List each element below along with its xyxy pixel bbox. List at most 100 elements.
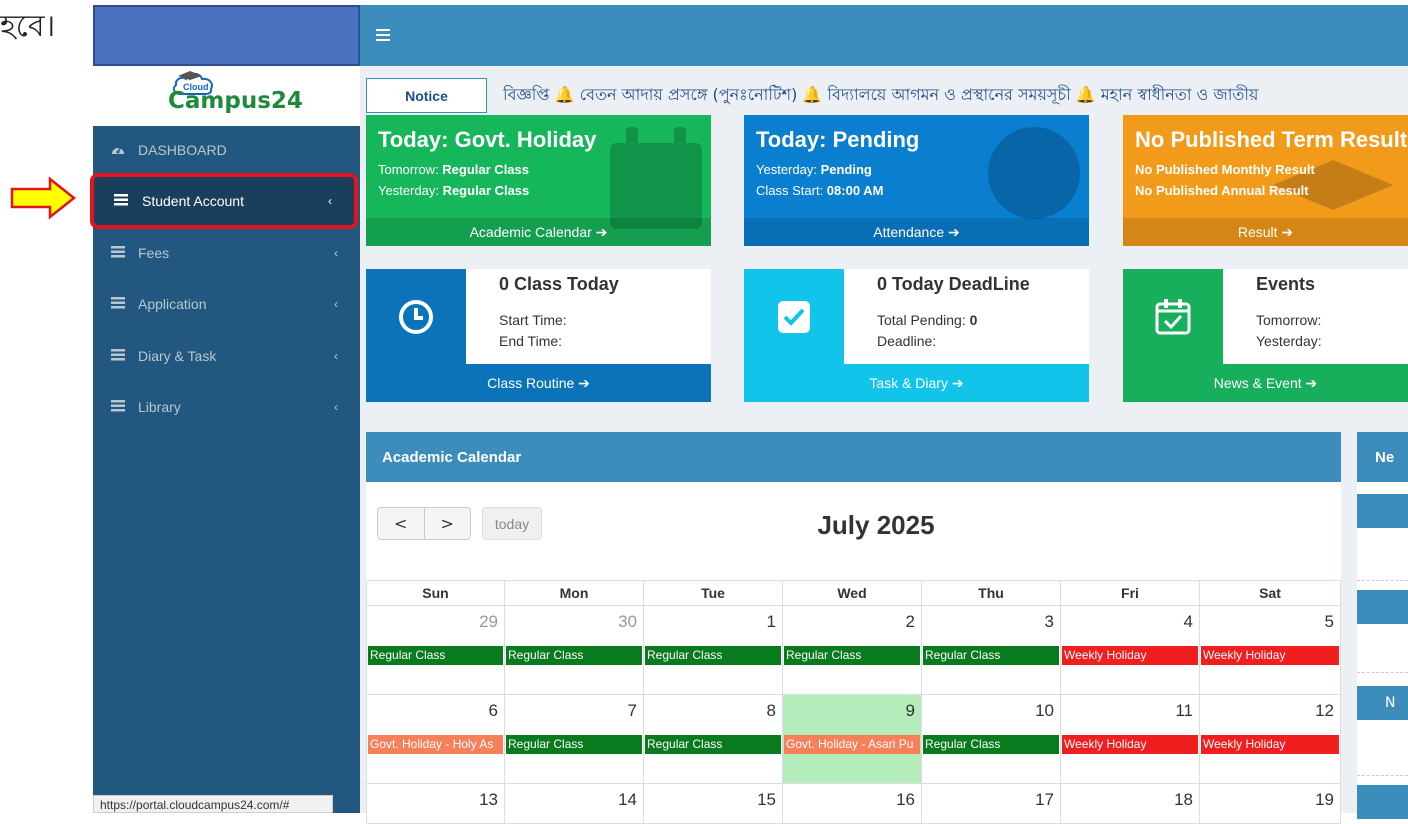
day-number: 17 [1035,790,1054,809]
logo-header-block [93,5,360,66]
sidebar-item-label: DASHBOARD [138,142,227,158]
calendar-day-cell[interactable]: 19 [1200,784,1341,824]
calendar-day-cell[interactable]: 8 Regular Class [644,695,783,784]
result-link[interactable]: Result ➔ [1123,218,1408,246]
info-line: Tomorrow: [1256,312,1322,328]
calendar-event[interactable]: Regular Class [506,735,642,754]
stat-line: No Published Monthly Result [1135,162,1315,177]
day-number: 1 [766,612,776,631]
info-icon-panel [366,269,466,364]
day-of-week-header: Sat [1200,580,1341,606]
info-icon-panel [1123,269,1223,364]
academic-calendar-link[interactable]: Academic Calendar ➔ [366,218,711,246]
info-line: Total Pending: 0 [877,312,978,328]
calendar-day-cell[interactable]: 16 [783,784,922,824]
calendar-event[interactable]: Regular Class [645,735,781,754]
info-box-events: Events Tomorrow: Yesterday: News & Event… [1123,269,1408,402]
right-panel-item[interactable] [1357,494,1408,528]
calendar-day-cell[interactable]: 18 [1061,784,1200,824]
calendar-event[interactable]: Govt. Holiday - Holy As [368,735,503,754]
right-panel-item[interactable]: N [1357,686,1408,720]
next-month-button[interactable]: > [425,508,471,539]
calendar-day-cell[interactable]: 1 Regular Class [644,606,783,695]
calendar-day-cell[interactable]: 17 [922,784,1061,824]
task-diary-link[interactable]: Task & Diary ➔ [744,364,1089,402]
day-of-week-header: Mon [505,580,644,606]
dashboard-icon [111,142,125,158]
stat-title: Today: Govt. Holiday [378,127,597,152]
bars-icon [376,29,390,41]
sidebar-item-library[interactable]: Library ‹ [93,381,360,433]
today-button[interactable]: today [482,507,542,540]
calendar-day-cell[interactable]: 6 Govt. Holiday - Holy As [366,695,505,784]
sidebar-item-label: Fees [138,245,170,261]
notice-button[interactable]: Notice [366,78,487,113]
sidebar-item-diary-task[interactable]: Diary & Task ‹ [93,330,360,382]
day-of-week-header: Wed [783,580,922,606]
calendar-event[interactable]: Regular Class [506,646,642,665]
sidebar-item-application[interactable]: Application ‹ [93,278,360,330]
calendar-check-icon [1155,298,1191,334]
day-number: 15 [757,790,776,809]
right-panel-item[interactable] [1357,785,1408,819]
calendar-day-cell[interactable]: 14 [505,784,644,824]
calendar-day-cell[interactable]: 12 Weekly Holiday [1200,695,1341,784]
day-of-week-header: Thu [922,580,1061,606]
calendar-day-cell[interactable]: 11 Weekly Holiday [1061,695,1200,784]
prev-month-button[interactable]: < [378,508,425,539]
calendar-event[interactable]: Regular Class [784,646,920,665]
calendar-event[interactable]: Regular Class [923,735,1059,754]
sidebar-item-student-account[interactable]: Student Account ‹ [90,173,358,229]
calendar-day-cell[interactable]: 3 Regular Class [922,606,1061,695]
stat-line: Yesterday: Pending [756,162,872,177]
stat-line: No Published Annual Result [1135,183,1309,198]
calendar-event[interactable]: Regular Class [645,646,781,665]
calendar-day-cell[interactable]: 2 Regular Class [783,606,922,695]
arrow-right-icon [10,176,77,220]
day-of-week-header: Sun [366,580,505,606]
stat-box-holiday: Today: Govt. Holiday Tomorrow: Regular C… [366,115,711,246]
calendar-day-cell[interactable]: 9 Govt. Holiday - Asari Pu [783,695,922,784]
notice-ticker[interactable]: বিজ্ঞপ্তি 🔔 বেতন আদায় প্রসঙ্গে (পুনঃনোট… [503,82,1408,109]
menu-toggle-button[interactable] [376,20,396,48]
calendar-day-cell[interactable]: 7 Regular Class [505,695,644,784]
info-line: Yesterday: [1256,333,1322,349]
info-line: End Time: [499,333,563,349]
calendar-event[interactable]: Weekly Holiday [1062,735,1198,754]
sidebar-item-dashboard[interactable]: DASHBOARD [93,124,360,176]
clock-icon [399,299,433,334]
calendar-day-cell[interactable]: 30 Regular Class [505,606,644,695]
class-routine-link[interactable]: Class Routine ➔ [366,364,711,402]
calendar-event[interactable]: Weekly Holiday [1201,646,1339,665]
day-number: 8 [766,701,776,720]
stat-title: No Published Term Result [1135,127,1408,152]
calendar-day-cell[interactable]: 29 Regular Class [366,606,505,695]
calendar-day-cell[interactable]: 10 Regular Class [922,695,1061,784]
calendar-event[interactable]: Regular Class [923,646,1059,665]
news-event-link[interactable]: News & Event ➔ [1123,364,1408,402]
calendar-day-cell[interactable]: 5 Weekly Holiday [1200,606,1341,695]
divider [1357,672,1408,673]
calendar-day-cell[interactable]: 15 [644,784,783,824]
list-icon [111,348,125,364]
info-title: 0 Class Today [499,274,619,294]
divider [1357,580,1408,581]
info-line: Deadline: [877,333,937,349]
info-box-class: 0 Class Today Start Time: End Time: Clas… [366,269,711,402]
calendar-event[interactable]: Regular Class [368,646,503,665]
calendar-event[interactable]: Govt. Holiday - Asari Pu [784,735,920,754]
day-number: 9 [905,701,915,720]
sidebar-item-fees[interactable]: Fees ‹ [93,227,360,279]
day-number: 7 [627,701,637,720]
chevron-left-icon: ‹ [334,400,338,414]
stat-box-pending: Today: Pending Yesterday: Pending Class … [744,115,1089,246]
calendar-panel-title: Academic Calendar [366,432,1341,482]
calendar-event[interactable]: Weekly Holiday [1062,646,1198,665]
right-panel-item[interactable] [1357,590,1408,624]
cropped-bengali-text: হবে। [0,9,56,44]
calendar-day-cell[interactable]: 4 Weekly Holiday [1061,606,1200,695]
calendar-day-cell[interactable]: 13 [366,784,505,824]
calendar-event[interactable]: Weekly Holiday [1201,735,1339,754]
attendance-link[interactable]: Attendance ➔ [744,218,1089,246]
info-icon-panel [744,269,844,364]
